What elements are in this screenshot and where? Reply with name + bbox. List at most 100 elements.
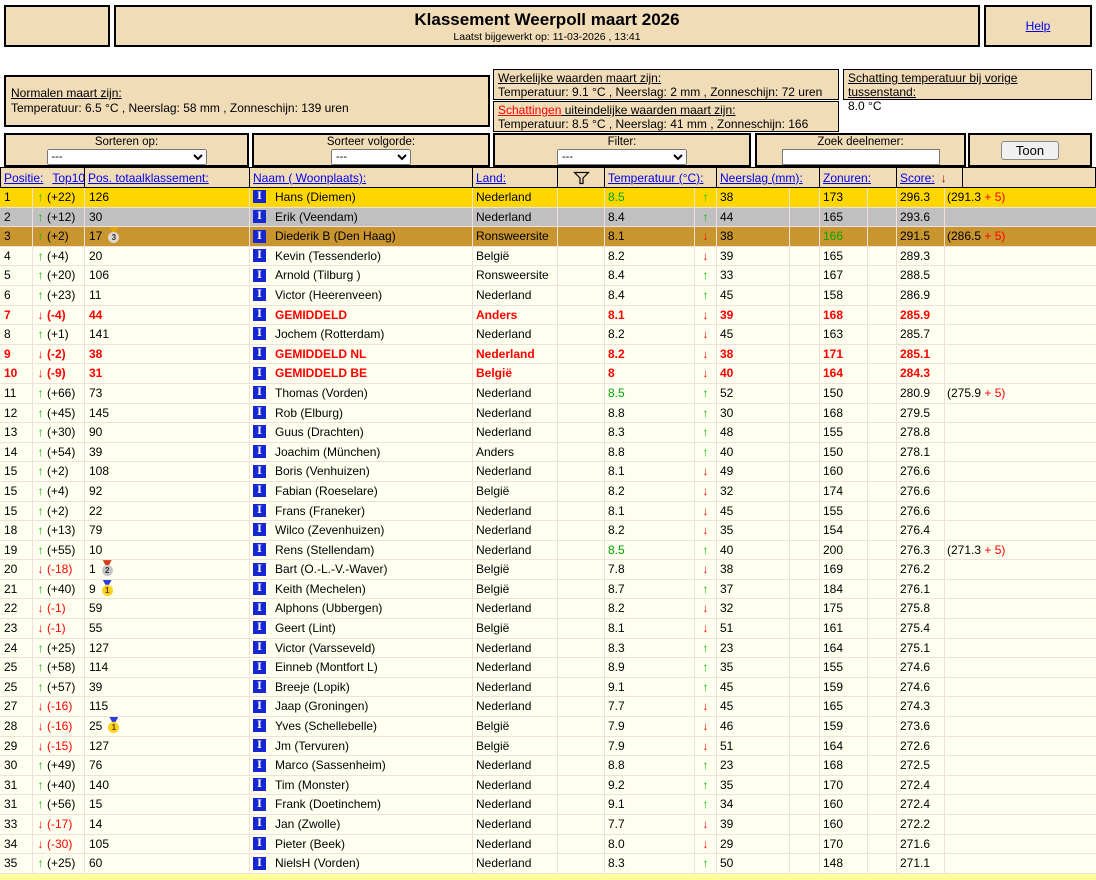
cell-score-detail bbox=[945, 717, 1096, 736]
participant-info-icon[interactable]: I bbox=[253, 464, 266, 478]
cell-score-detail: (291.3 + 5) bbox=[945, 188, 1096, 207]
participant-info-icon[interactable]: I bbox=[253, 503, 266, 517]
cell-top10-trend: ↓ (-15) bbox=[33, 736, 85, 756]
participant-info-icon[interactable]: I bbox=[253, 190, 266, 204]
sort-neerslag-link[interactable]: Neerslag (mm): bbox=[720, 171, 803, 185]
trend-down-icon: ↓ bbox=[37, 817, 44, 831]
cell-naam: I GEMIDDELD bbox=[250, 305, 473, 325]
spacer-cell bbox=[868, 834, 897, 854]
cell-score-detail bbox=[945, 835, 1096, 854]
cell-top10-trend: ↓ (-9) bbox=[33, 364, 85, 383]
sort-pos-totaal-link[interactable]: Pos. totaalklassement: bbox=[88, 171, 209, 185]
trend-up-icon: ↑ bbox=[37, 758, 44, 773]
sort-temperatuur-link[interactable]: Temperatuur (°C): bbox=[608, 171, 704, 185]
trend-value: (+13) bbox=[47, 523, 76, 538]
cell-land: België bbox=[473, 619, 558, 638]
filter-select[interactable]: --- bbox=[557, 149, 687, 165]
cell-positie: 11 bbox=[0, 383, 33, 403]
participant-info-icon[interactable]: I bbox=[253, 601, 266, 615]
participant-info-icon[interactable]: I bbox=[253, 484, 266, 498]
participant-info-icon[interactable]: I bbox=[253, 327, 266, 341]
sorteren-op-select[interactable]: --- bbox=[46, 149, 207, 165]
participant-info-icon[interactable]: I bbox=[253, 738, 266, 752]
participant-info-icon[interactable]: I bbox=[253, 209, 266, 223]
spacer-cell bbox=[790, 736, 820, 756]
participant-info-icon[interactable]: I bbox=[253, 582, 266, 596]
participant-info-icon[interactable]: I bbox=[253, 405, 266, 419]
table-row: 20 ↓ (-18) 1 2 I Bart (O.-L.-V.-Waver) België 7.… bbox=[0, 560, 1096, 580]
cell-score-detail bbox=[945, 404, 1096, 423]
participant-info-icon[interactable]: I bbox=[253, 523, 266, 537]
participant-info-icon[interactable]: I bbox=[253, 856, 266, 870]
medal-silver-icon: 2 bbox=[101, 560, 113, 577]
toon-button[interactable]: Toon bbox=[1000, 141, 1060, 160]
werkelijk-values: Temperatuur: 9.1 °C , Neerslag: 2 mm , Z… bbox=[498, 85, 823, 99]
participant-info-icon[interactable]: I bbox=[253, 719, 266, 733]
cell-zonuren: 167 bbox=[820, 266, 868, 285]
schattingen-heading-link[interactable]: Schattingen bbox=[498, 103, 561, 117]
participant-info-icon[interactable]: I bbox=[253, 817, 266, 831]
cell-temperatuur: 8.3 bbox=[605, 638, 695, 658]
cell-filter-spacer bbox=[558, 579, 605, 599]
cell-naam: I Hans (Diemen) bbox=[250, 188, 473, 207]
score-detail-base: (275.9 bbox=[947, 385, 985, 400]
participant-info-icon[interactable]: I bbox=[253, 543, 266, 557]
sort-zonuren-link[interactable]: Zonuren: bbox=[823, 171, 871, 185]
cell-neerslag: 52 bbox=[717, 383, 790, 403]
pos-totaal-value: 14 bbox=[89, 817, 103, 831]
participant-info-icon[interactable]: I bbox=[253, 229, 266, 243]
participant-info-icon[interactable]: I bbox=[253, 797, 266, 811]
pos-totaal-value: 39 bbox=[89, 679, 103, 694]
participant-name: Rens (Stellendam) bbox=[275, 542, 375, 557]
help-link[interactable]: Help bbox=[1026, 19, 1051, 33]
cell-land: Nederland bbox=[473, 403, 558, 423]
participant-name: Guus (Drachten) bbox=[275, 425, 364, 440]
participant-info-icon[interactable]: I bbox=[253, 249, 266, 263]
filter-funnel-icon[interactable] bbox=[572, 171, 590, 185]
participant-name: Tim (Monster) bbox=[275, 777, 350, 792]
normalen-values: Temperatuur: 6.5 °C , Neerslag: 58 mm , … bbox=[11, 101, 349, 115]
cell-land: Nederland bbox=[473, 344, 558, 364]
sort-land-link[interactable]: Land: bbox=[476, 171, 506, 185]
sort-score-link[interactable]: Score: bbox=[900, 171, 935, 185]
cell-positie: 18 bbox=[0, 521, 33, 540]
cell-zonuren: 160 bbox=[820, 815, 868, 834]
temp-trend-down-icon: ↓ bbox=[695, 481, 717, 501]
sort-top10-link[interactable]: Top10 bbox=[52, 171, 84, 185]
cell-naam: I Keith (Mechelen) bbox=[250, 579, 473, 599]
participant-info-icon[interactable]: I bbox=[253, 445, 266, 459]
participant-info-icon[interactable]: I bbox=[253, 660, 266, 674]
participant-info-icon[interactable]: I bbox=[253, 778, 266, 792]
participant-info-icon[interactable]: I bbox=[253, 366, 266, 380]
trend-value: (+1) bbox=[47, 327, 69, 342]
cell-neerslag: 32 bbox=[717, 599, 790, 619]
participant-info-icon[interactable]: I bbox=[253, 758, 266, 772]
sorteer-volgorde-select[interactable]: --- bbox=[331, 149, 411, 165]
cell-land: Nederland bbox=[473, 697, 558, 717]
zoek-deelnemer-input[interactable] bbox=[781, 149, 940, 165]
sort-positie-link[interactable]: Positie: bbox=[4, 171, 43, 185]
participant-info-icon[interactable]: I bbox=[253, 386, 266, 400]
participant-info-icon[interactable]: I bbox=[253, 288, 266, 302]
cell-naam: I Wilco (Zevenhuizen) bbox=[250, 521, 473, 540]
temp-trend-down-icon: ↓ bbox=[695, 697, 717, 717]
participant-info-icon[interactable]: I bbox=[253, 347, 266, 361]
participant-info-icon[interactable]: I bbox=[253, 680, 266, 694]
participant-info-icon[interactable]: I bbox=[253, 640, 266, 654]
pos-totaal-value: 127 bbox=[89, 640, 110, 655]
participant-info-icon[interactable]: I bbox=[253, 268, 266, 282]
participant-info-icon[interactable]: I bbox=[253, 562, 266, 576]
trend-value: (-30) bbox=[47, 836, 73, 851]
cell-score: 272.5 bbox=[897, 756, 945, 775]
participant-info-icon[interactable]: I bbox=[253, 699, 266, 713]
participant-info-icon[interactable]: I bbox=[253, 307, 266, 321]
participant-info-icon[interactable]: I bbox=[253, 836, 266, 850]
cell-filter-spacer bbox=[558, 717, 605, 736]
cell-pos-totaalklassement: 76 bbox=[85, 756, 250, 775]
spacer-cell bbox=[868, 717, 897, 736]
participant-name: Jochem (Rotterdam) bbox=[275, 327, 385, 342]
participant-info-icon[interactable]: I bbox=[253, 425, 266, 439]
participant-info-icon[interactable]: I bbox=[253, 621, 266, 635]
temp-trend-down-icon: ↓ bbox=[695, 717, 717, 736]
sort-naam-link[interactable]: Naam ( Woonplaats): bbox=[253, 171, 366, 185]
